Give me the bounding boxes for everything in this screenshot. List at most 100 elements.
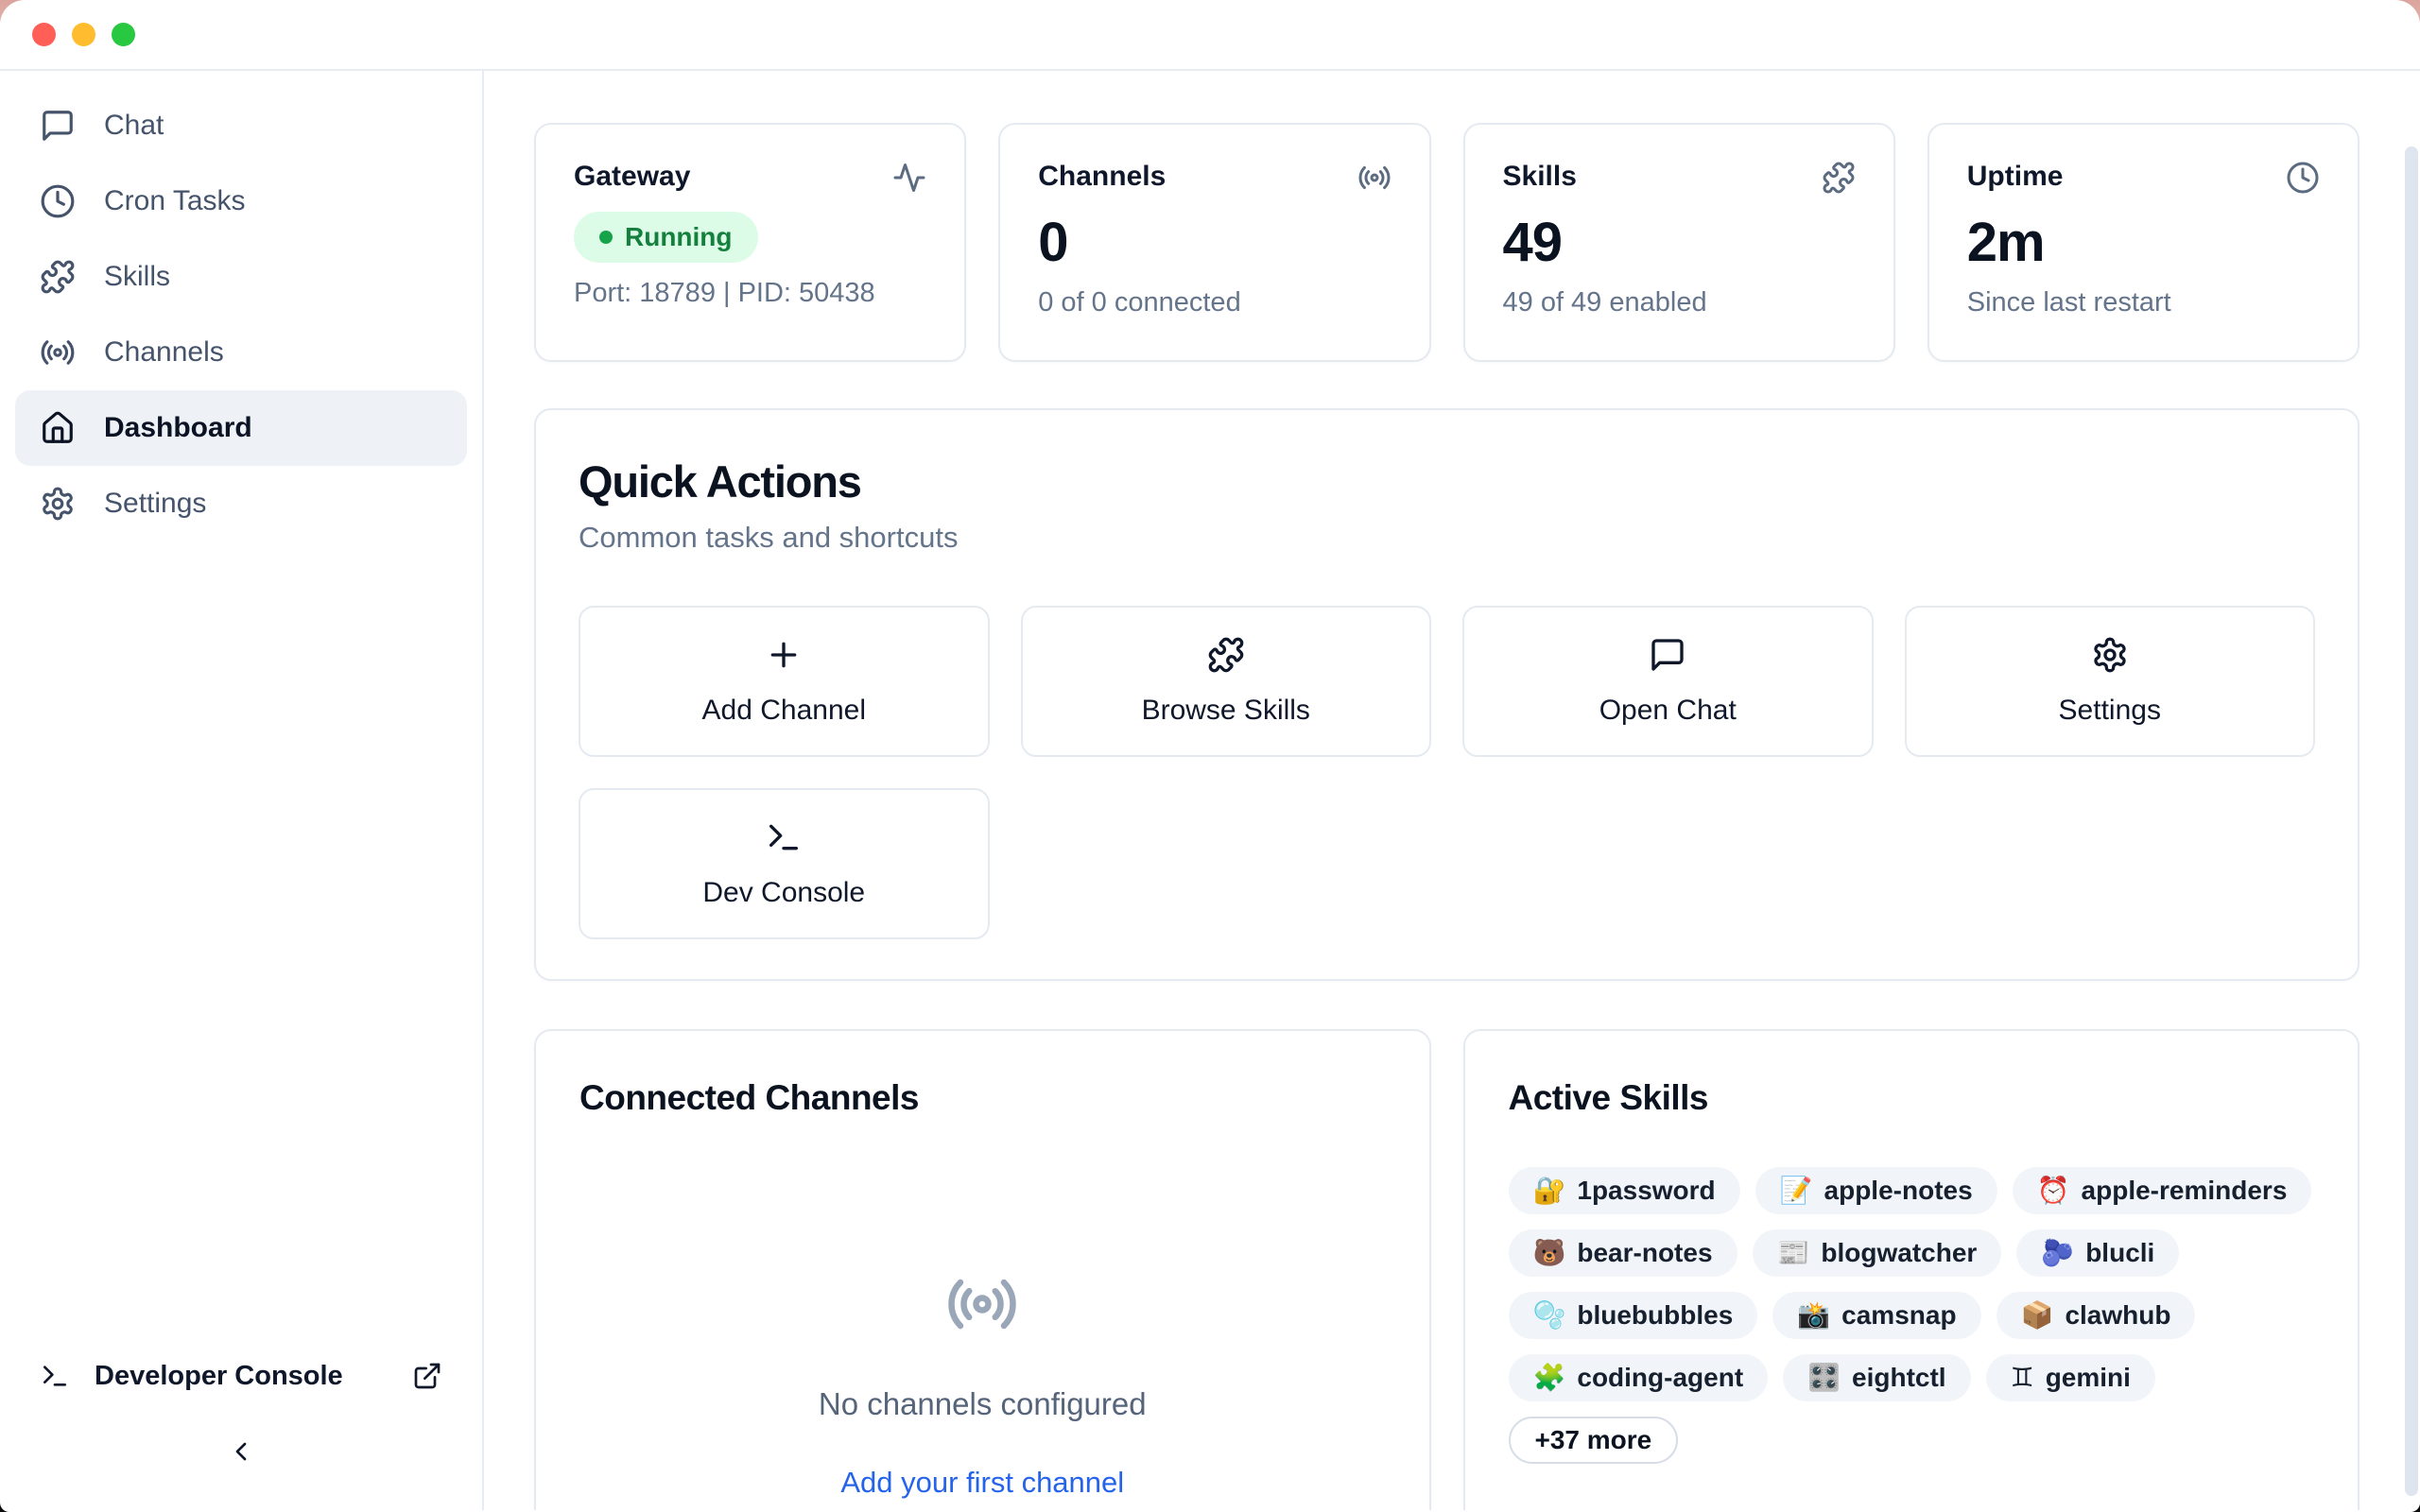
uptime-subtext: Since last restart: [1967, 287, 2320, 318]
skill-name: apple-reminders: [2082, 1176, 2288, 1206]
skill-chip[interactable]: ⏰ apple-reminders: [2013, 1167, 2312, 1214]
skill-name: bluebubbles: [1577, 1300, 1733, 1331]
puzzle-icon: [40, 259, 76, 295]
sidebar-item-dashboard[interactable]: Dashboard: [15, 390, 467, 466]
skills-stat-card: Skills 49 49 of 49 enabled: [1463, 123, 1895, 362]
sidebar-item-cron-tasks[interactable]: Cron Tasks: [15, 163, 467, 239]
add-first-channel-link[interactable]: Add your first channel: [840, 1466, 1124, 1500]
terminal-icon: [765, 818, 803, 856]
skills-subtext: 49 of 49 enabled: [1503, 287, 1856, 318]
gemini-emoji-icon: ♊: [2011, 1365, 2034, 1391]
sidebar-item-label: Chat: [104, 110, 164, 142]
skill-chip[interactable]: 📝 apple-notes: [1755, 1167, 1997, 1214]
skill-chip[interactable]: 🧩coding-agent: [1509, 1354, 1769, 1401]
terminal-icon: [40, 1361, 70, 1391]
vertical-scrollbar[interactable]: [2405, 146, 2418, 1496]
skill-chip[interactable]: 🫐blucli: [2016, 1229, 2179, 1277]
bubbles-emoji-icon: 🫧: [1533, 1302, 1566, 1329]
external-link-icon: [412, 1361, 442, 1391]
quick-actions-title: Quick Actions: [579, 455, 2315, 507]
activity-icon: [892, 161, 926, 195]
radio-icon: [945, 1267, 1019, 1341]
close-button[interactable]: [32, 23, 56, 46]
skill-name: 1password: [1577, 1176, 1715, 1206]
uptime-stat-card: Uptime 2m Since last restart: [1927, 123, 2360, 362]
skill-chip[interactable]: 📰blogwatcher: [1753, 1229, 2002, 1277]
empty-state-text: No channels configured: [819, 1386, 1147, 1422]
status-dot: [599, 231, 613, 244]
message-square-icon: [40, 108, 76, 144]
action-label: Settings: [2059, 695, 2161, 727]
skill-chip[interactable]: 🐻bear-notes: [1509, 1229, 1737, 1277]
uptime-value: 2m: [1967, 215, 2320, 270]
radio-icon: [1357, 161, 1392, 195]
sidebar-item-channels[interactable]: Channels: [15, 315, 467, 390]
sidebar-item-settings[interactable]: Settings: [15, 466, 467, 541]
developer-console-button[interactable]: Developer Console: [15, 1342, 467, 1410]
developer-console-label: Developer Console: [95, 1361, 343, 1392]
action-label: Open Chat: [1599, 695, 1737, 727]
lock-emoji-icon: 🔐: [1533, 1177, 1566, 1204]
dev-console-button[interactable]: Dev Console: [579, 788, 990, 939]
open-chat-button[interactable]: Open Chat: [1462, 606, 1874, 757]
gateway-port-pid: Port: 18789 | PID: 50438: [574, 278, 926, 309]
skill-chip[interactable]: 🫧 bluebubbles: [1509, 1292, 1758, 1339]
skill-chip[interactable]: 🔐 1password: [1509, 1167, 1740, 1214]
channels-subtext: 0 of 0 connected: [1038, 287, 1391, 318]
skill-chip[interactable]: 📸camsnap: [1772, 1292, 1980, 1339]
skill-name: gemini: [2046, 1363, 2131, 1393]
message-square-icon: [1649, 636, 1686, 674]
action-label: Add Channel: [702, 695, 866, 727]
status-badge: Running: [574, 212, 758, 263]
clock-icon: [2286, 161, 2320, 195]
sidebar-item-chat[interactable]: Chat: [15, 88, 467, 163]
uptime-card-title: Uptime: [1967, 161, 2064, 193]
sidebar-collapse-button[interactable]: [15, 1418, 467, 1486]
skill-name: clawhub: [2065, 1300, 2170, 1331]
plus-icon: [765, 636, 803, 674]
skills-card-title: Skills: [1503, 161, 1577, 193]
skill-chip[interactable]: 🎛️ eightctl: [1783, 1354, 1970, 1401]
skill-chip[interactable]: ♊ gemini: [1986, 1354, 2155, 1401]
stats-row: Gateway Running Port: 18789 | PID: 50438…: [534, 123, 2360, 362]
sidebar-item-label: Dashboard: [104, 412, 252, 444]
quick-actions-subtitle: Common tasks and shortcuts: [579, 521, 2315, 555]
action-label: Dev Console: [702, 877, 865, 909]
skill-name: apple-notes: [1824, 1176, 1973, 1206]
sidebar-item-label: Cron Tasks: [104, 185, 246, 217]
memo-emoji-icon: 📝: [1780, 1177, 1813, 1204]
sidebar-item-label: Settings: [104, 488, 206, 520]
active-skills-card: Active Skills 🔐1password 📝apple-notes ⏰a…: [1463, 1029, 2360, 1510]
sidebar-item-skills[interactable]: Skills: [15, 239, 467, 315]
skill-name: eightctl: [1852, 1363, 1946, 1393]
settings-button[interactable]: Settings: [1905, 606, 2316, 757]
minimize-button[interactable]: [72, 23, 95, 46]
app-window: Chat Cron Tasks Skills Channels Dashboar…: [0, 0, 2420, 1512]
radio-icon: [40, 335, 76, 370]
puzzle-icon: [1207, 636, 1245, 674]
skills-chip-list: 🔐 1password 📝 apple-notes ⏰ apple-reminders…: [1509, 1167, 2315, 1464]
add-channel-button[interactable]: Add Channel: [579, 606, 990, 757]
skill-name: blucli: [2085, 1238, 2154, 1268]
sidebar-item-label: Channels: [104, 336, 224, 369]
camera-emoji-icon: 📸: [1797, 1302, 1830, 1329]
quick-actions-grid: Add Channel Browse Skills Open Chat Sett…: [579, 606, 2315, 939]
alarm-emoji-icon: ⏰: [2037, 1177, 2070, 1204]
gear-icon: [2091, 636, 2129, 674]
gateway-card-title: Gateway: [574, 161, 690, 193]
browse-skills-button[interactable]: Browse Skills: [1021, 606, 1432, 757]
titlebar: [0, 0, 2420, 71]
puzzle-icon: [1822, 161, 1856, 195]
sidebar: Chat Cron Tasks Skills Channels Dashboar…: [0, 71, 484, 1510]
gateway-stat-card: Gateway Running Port: 18789 | PID: 50438: [534, 123, 966, 362]
skill-name: blogwatcher: [1821, 1238, 1977, 1268]
skill-chip[interactable]: 📦 clawhub: [1996, 1292, 2196, 1339]
status-badge-label: Running: [625, 222, 733, 252]
dashboard-main: Gateway Running Port: 18789 | PID: 50438…: [484, 71, 2420, 1510]
knobs-emoji-icon: 🎛️: [1807, 1365, 1841, 1391]
package-emoji-icon: 📦: [2021, 1302, 2054, 1329]
more-skills-button[interactable]: +37 more: [1509, 1417, 1679, 1464]
clock-icon: [40, 183, 76, 219]
skill-name: coding-agent: [1577, 1363, 1743, 1393]
zoom-button[interactable]: [112, 23, 135, 46]
